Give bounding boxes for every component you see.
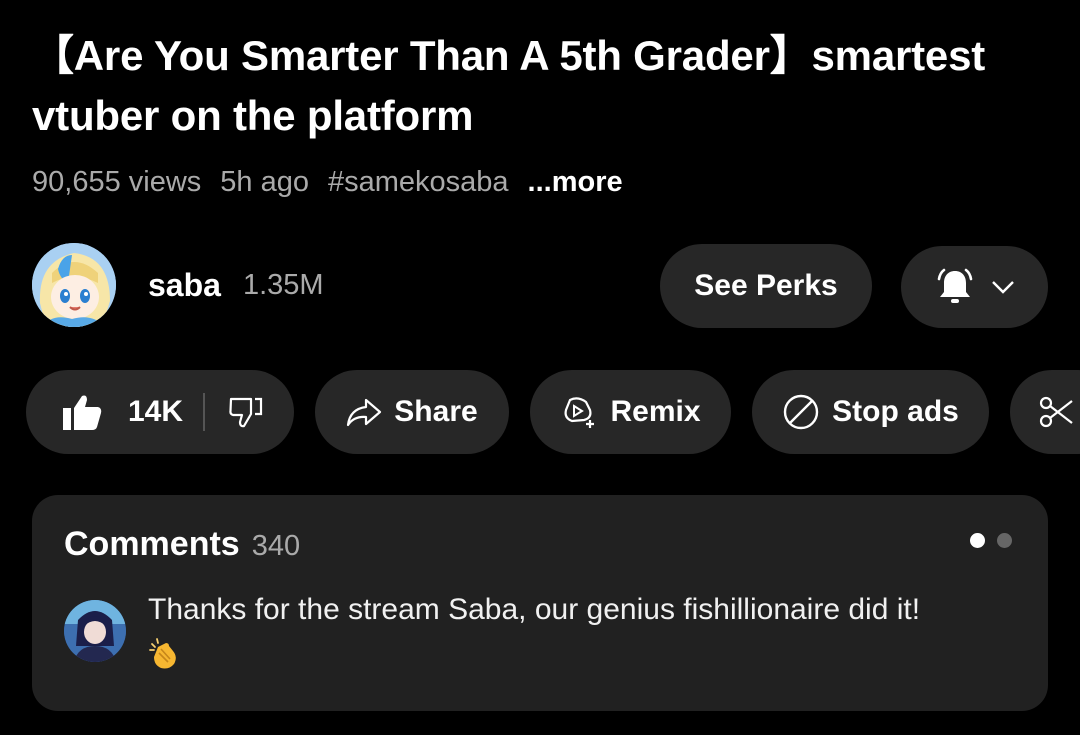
- thumbs-up-icon[interactable]: [62, 393, 102, 431]
- upload-age: 5h ago: [220, 165, 309, 198]
- notifications-button[interactable]: [901, 246, 1048, 328]
- remix-icon: [560, 394, 598, 430]
- video-meta[interactable]: 90,655 views 5h ago #samekosaba ...more: [32, 162, 642, 202]
- thumbs-down-icon[interactable]: [229, 396, 263, 428]
- pager-dot: [997, 533, 1012, 548]
- top-comment-text: Thanks for the stream Saba, our genius f…: [148, 593, 921, 626]
- top-comment: Thanks for the stream Saba, our genius f…: [148, 587, 1008, 685]
- comments-title: Comments: [64, 525, 240, 563]
- comments-count: 340: [251, 530, 301, 562]
- stop-ads-button[interactable]: Stop ads: [752, 370, 989, 454]
- commenter-avatar-image: [64, 600, 126, 662]
- subscriber-count: 1.35M: [242, 268, 324, 301]
- remix-label: Remix: [610, 395, 701, 428]
- share-label: Share: [394, 395, 478, 428]
- channel-row[interactable]: saba 1.35M: [32, 242, 324, 328]
- hashtag-link[interactable]: #samekosaba: [328, 166, 509, 199]
- comments-pager: [958, 533, 1012, 548]
- share-arrow-icon: [346, 397, 382, 427]
- channel-avatar[interactable]: [32, 243, 116, 327]
- like-divider: [203, 393, 206, 431]
- video-title: 【Are You Smarter Than A 5th Grader】smart…: [32, 32, 986, 139]
- scissors-icon: [1038, 395, 1074, 429]
- bell-icon: [934, 266, 976, 308]
- like-count: 14K: [128, 395, 184, 428]
- pager-dot-active: [970, 533, 985, 548]
- like-dislike-group[interactable]: 14K: [26, 370, 294, 454]
- stop-ads-label: Stop ads: [832, 395, 959, 428]
- chevron-down-icon: [990, 279, 1016, 295]
- prohibited-icon: [782, 393, 820, 431]
- channel-avatar-image: [32, 243, 116, 327]
- comments-header: Comments 340: [64, 525, 300, 564]
- channel-name[interactable]: saba: [148, 267, 221, 304]
- commenter-avatar[interactable]: [64, 600, 126, 662]
- view-count: 90,655 views: [32, 165, 202, 198]
- more-description-link[interactable]: ...more: [528, 166, 623, 199]
- share-button[interactable]: Share: [315, 370, 509, 454]
- see-perks-button[interactable]: See Perks: [660, 244, 872, 328]
- remix-button[interactable]: Remix: [530, 370, 731, 454]
- clip-button[interactable]: [1010, 370, 1080, 454]
- comments-panel[interactable]: Comments 340 Thanks for the stream Saba,…: [32, 495, 1048, 711]
- clapping-hands-icon: [148, 637, 182, 685]
